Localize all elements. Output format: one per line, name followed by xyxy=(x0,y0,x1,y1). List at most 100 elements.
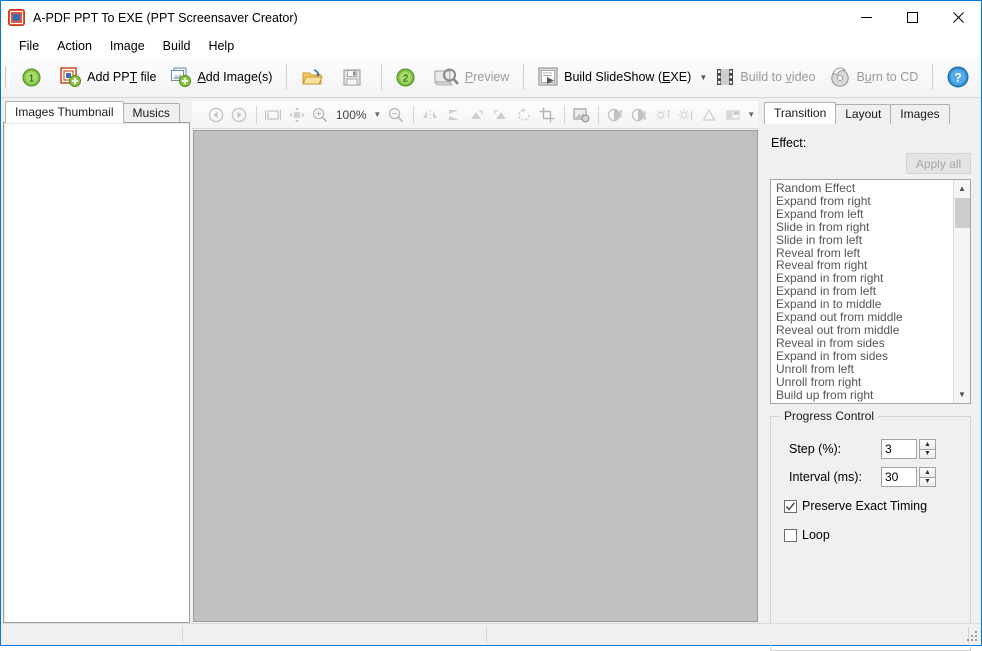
zoom-out-icon[interactable] xyxy=(384,104,407,126)
scroll-down-icon[interactable]: ▼ xyxy=(954,386,971,403)
help-question-icon: ? xyxy=(947,66,969,88)
zoom-dropdown-icon[interactable]: ▼ xyxy=(371,105,385,125)
next-image-icon[interactable] xyxy=(227,104,250,126)
rotate-left-icon[interactable] xyxy=(465,104,488,126)
menu-action[interactable]: Action xyxy=(48,36,101,56)
step-label: Step (%): xyxy=(789,442,881,456)
toolbar-grip[interactable] xyxy=(5,66,9,88)
interval-field-row: Interval (ms): ▲ ▼ xyxy=(789,467,936,487)
apply-all-button[interactable]: Apply all xyxy=(906,153,971,174)
add-images-label: Add Image(s) xyxy=(197,70,272,84)
effect-list-item[interactable]: Reveal in from sides xyxy=(773,337,953,350)
effects-icon[interactable] xyxy=(570,104,593,126)
step-stepper[interactable]: ▲ ▼ xyxy=(881,439,936,459)
rotate-right-icon[interactable] xyxy=(489,104,512,126)
help-button[interactable]: ? xyxy=(940,61,981,93)
effect-list-item[interactable]: Unroll from right xyxy=(773,376,953,389)
images-thumbnail-list[interactable] xyxy=(3,122,190,623)
menu-help[interactable]: Help xyxy=(199,36,243,56)
scrollbar-thumb[interactable] xyxy=(955,198,970,228)
build-slideshow-label: Build SlideShow (EXE) xyxy=(564,70,691,84)
effect-list-item[interactable]: Build up from right xyxy=(773,389,953,402)
step-input[interactable] xyxy=(881,439,917,459)
open-button[interactable] xyxy=(294,61,335,93)
contrast-down-icon[interactable] xyxy=(627,104,650,126)
status-pane-3 xyxy=(487,627,969,643)
tab-layout[interactable]: Layout xyxy=(835,104,891,124)
tab-images[interactable]: Images xyxy=(890,104,949,124)
step-2-badge-icon: 2 xyxy=(396,68,415,87)
interval-input[interactable] xyxy=(881,467,917,487)
sharpen-icon[interactable] xyxy=(698,104,721,126)
interval-stepper[interactable]: ▲ ▼ xyxy=(881,467,936,487)
effect-list-item[interactable]: Expand from right xyxy=(773,195,953,208)
brightness-up-icon[interactable] xyxy=(651,104,674,126)
build-to-video-button[interactable]: Build to video xyxy=(708,61,822,93)
effect-list-item[interactable]: Random Effect xyxy=(773,182,953,195)
effect-list-item[interactable]: Slide in from right xyxy=(773,221,953,234)
preview-button[interactable]: Preview xyxy=(427,61,516,93)
window-controls xyxy=(843,1,981,34)
preserve-exact-timing-checkbox[interactable]: Preserve Exact Timing xyxy=(784,499,927,513)
effect-list-item[interactable]: Slide in from left xyxy=(773,234,953,247)
crop-icon[interactable] xyxy=(535,104,558,126)
menu-build[interactable]: Build xyxy=(154,36,200,56)
effect-list-item[interactable]: Unroll from left xyxy=(773,363,953,376)
fit-to-window-icon[interactable] xyxy=(262,104,285,126)
rotate-free-icon[interactable] xyxy=(512,104,535,126)
build-slideshow-dropdown-icon[interactable]: ▼ xyxy=(698,61,708,93)
color-adjust-icon[interactable] xyxy=(721,104,744,126)
flip-horizontal-icon[interactable] xyxy=(419,104,442,126)
loop-box xyxy=(784,529,797,542)
burn-to-cd-label: Burn to CD xyxy=(856,70,918,84)
step-1-button[interactable]: 1 xyxy=(15,61,53,93)
zoom-in-icon[interactable] xyxy=(308,104,331,126)
minimize-button[interactable] xyxy=(843,1,889,34)
build-slideshow-button[interactable]: Build SlideShow (EXE) xyxy=(531,61,698,93)
resize-grip-icon[interactable] xyxy=(967,631,979,643)
preview-icon xyxy=(434,67,460,88)
interval-spin-buttons: ▲ ▼ xyxy=(919,467,936,487)
image-toolbar-separator-2 xyxy=(413,106,414,124)
close-button[interactable] xyxy=(935,1,981,34)
effect-list-item[interactable]: Reveal out from middle xyxy=(773,324,953,337)
add-images-button[interactable]: Add Image(s) xyxy=(163,61,279,93)
burn-to-cd-icon xyxy=(829,67,851,87)
save-button[interactable] xyxy=(335,61,374,93)
left-panel: Images Thumbnail Musics xyxy=(3,101,190,623)
tab-musics[interactable]: Musics xyxy=(123,103,180,123)
add-ppt-file-label: Add PPT file xyxy=(87,70,156,84)
effect-list-scrollbar[interactable]: ▲ ▼ xyxy=(953,180,970,403)
menu-image[interactable]: Image xyxy=(101,36,154,56)
tab-transition[interactable]: Transition xyxy=(764,102,836,124)
left-panel-tabs: Images Thumbnail Musics xyxy=(3,101,190,123)
step-2-button[interactable]: 2 xyxy=(389,61,427,93)
contrast-up-icon[interactable] xyxy=(604,104,627,126)
actual-size-icon[interactable] xyxy=(285,104,308,126)
maximize-button[interactable] xyxy=(889,1,935,34)
status-pane-1 xyxy=(1,627,183,643)
image-canvas[interactable] xyxy=(193,130,758,622)
image-toolbar-overflow-icon[interactable]: ▼ xyxy=(744,105,758,125)
step-spin-up-icon[interactable]: ▲ xyxy=(919,439,936,449)
add-ppt-file-button[interactable]: Add PPT file xyxy=(53,61,163,93)
loop-checkbox[interactable]: Loop xyxy=(784,528,830,542)
flip-vertical-icon[interactable] xyxy=(442,104,465,126)
interval-spin-up-icon[interactable]: ▲ xyxy=(919,467,936,477)
menu-bar: File Action Image Build Help xyxy=(1,34,981,57)
menu-file[interactable]: File xyxy=(10,36,48,56)
status-pane-2 xyxy=(183,627,487,643)
scroll-up-icon[interactable]: ▲ xyxy=(954,180,971,197)
previous-image-icon[interactable] xyxy=(204,104,227,126)
step-spin-down-icon[interactable]: ▼ xyxy=(919,449,936,460)
effect-list-item[interactable]: Expand from left xyxy=(773,208,953,221)
effect-list-item[interactable]: Expand in from sides xyxy=(773,350,953,363)
progress-control-title: Progress Control xyxy=(780,409,878,423)
transition-effect-list[interactable]: Random EffectExpand from rightExpand fro… xyxy=(770,179,971,404)
zoom-level-value[interactable]: 100% xyxy=(332,108,371,122)
brightness-down-icon[interactable] xyxy=(674,104,697,126)
interval-spin-down-icon[interactable]: ▼ xyxy=(919,477,936,488)
burn-to-cd-button[interactable]: Burn to CD xyxy=(822,61,925,93)
build-to-video-label: Build to video xyxy=(740,70,815,84)
tab-images-thumbnail[interactable]: Images Thumbnail xyxy=(5,101,124,123)
